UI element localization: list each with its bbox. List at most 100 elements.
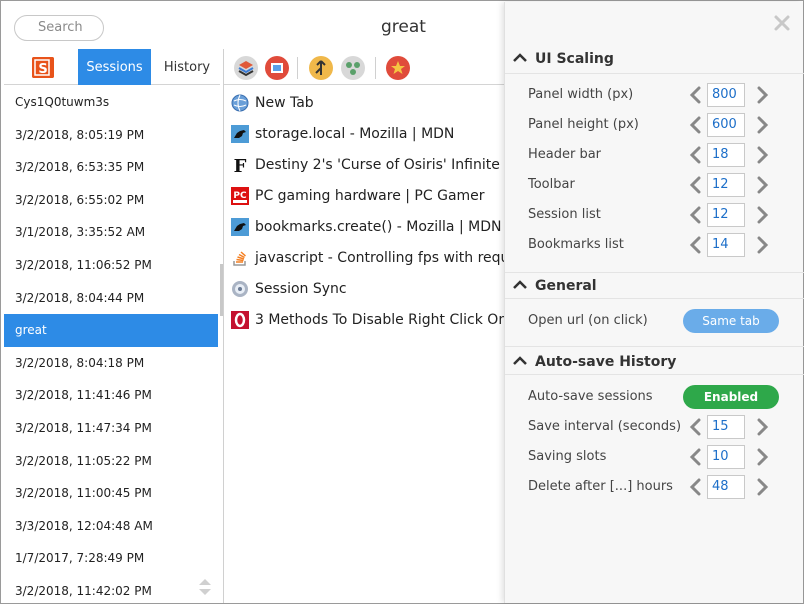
- chevron-right-icon[interactable]: [756, 116, 770, 134]
- chevron-left-icon[interactable]: [688, 448, 702, 466]
- session-item[interactable]: 3/2/2018, 11:06:52 PM: [4, 249, 220, 282]
- tab-title: Destiny 2's 'Curse of Osiris' Infinite F…: [255, 156, 504, 173]
- session-item[interactable]: 3/2/2018, 11:42:02 PM: [4, 575, 220, 604]
- tab-history[interactable]: History: [154, 49, 220, 85]
- chevron-right-icon[interactable]: [756, 478, 770, 496]
- search-input[interactable]: Search: [14, 15, 104, 41]
- open-url-toggle[interactable]: Same tab: [683, 309, 779, 333]
- stepper-value[interactable]: 48: [707, 475, 745, 499]
- chevron-up-icon: [513, 353, 527, 365]
- tab-item[interactable]: F Destiny 2's 'Curse of Osiris' Infinite …: [224, 149, 504, 180]
- stepper: 10: [688, 442, 798, 472]
- shuffle-icon[interactable]: [341, 56, 365, 80]
- svg-text:S: S: [38, 62, 47, 77]
- tab-title: Session Sync: [255, 280, 347, 297]
- star-icon[interactable]: [386, 56, 410, 80]
- opera-o-icon: [231, 310, 249, 329]
- stepper: 15: [688, 412, 798, 442]
- chevron-right-icon[interactable]: [756, 236, 770, 254]
- merge-icon[interactable]: [309, 56, 333, 80]
- section-divider: [505, 374, 804, 375]
- chevron-left-icon[interactable]: [688, 176, 702, 194]
- chevron-left-icon[interactable]: [688, 86, 702, 104]
- autosave-sessions-row: Auto-save sessions Enabled: [528, 382, 798, 412]
- tab-item[interactable]: New Tab: [224, 87, 504, 118]
- section-title: General: [535, 278, 597, 294]
- tab-item[interactable]: javascript - Controlling fps with reques…: [224, 242, 504, 273]
- chevron-left-icon[interactable]: [688, 206, 702, 224]
- session-item[interactable]: Cys1Q0tuwm3s: [4, 86, 220, 119]
- stepper: 18: [688, 140, 798, 170]
- open-url-row: Open url (on click) Same tab: [528, 306, 798, 336]
- session-item[interactable]: 3/2/2018, 8:05:19 PM: [4, 119, 220, 152]
- tab-item[interactable]: storage.local - Mozilla | MDN: [224, 118, 504, 149]
- pcgamer-icon: PC: [231, 186, 249, 205]
- chevron-right-icon[interactable]: [756, 146, 770, 164]
- chevron-left-icon[interactable]: [688, 236, 702, 254]
- session-item[interactable]: 3/2/2018, 6:55:02 PM: [4, 184, 220, 217]
- chevron-right-icon[interactable]: [756, 86, 770, 104]
- globe-icon: [231, 94, 249, 112]
- tab-title: storage.local - Mozilla | MDN: [255, 125, 455, 142]
- session-item[interactable]: 3/3/2018, 12:04:48 AM: [4, 510, 220, 543]
- tab-item[interactable]: bookmarks.create() - Mozilla | MDN: [224, 211, 504, 242]
- stepper-value[interactable]: 18: [707, 143, 745, 167]
- sort-arrows-icon[interactable]: [198, 578, 212, 596]
- section-title: UI Scaling: [535, 51, 614, 67]
- session-item[interactable]: 3/2/2018, 11:05:22 PM: [4, 445, 220, 478]
- section-autosave[interactable]: Auto-save History: [513, 353, 676, 370]
- section-ui-scaling[interactable]: UI Scaling: [513, 50, 614, 67]
- session-item[interactable]: 3/2/2018, 8:04:18 PM: [4, 347, 220, 380]
- tab-title: javascript - Controlling fps with reques…: [255, 249, 504, 266]
- layers-icon[interactable]: [234, 56, 258, 80]
- tab-item[interactable]: 3 Methods To Disable Right Click On A We…: [224, 304, 504, 335]
- stepper-value[interactable]: 15: [707, 415, 745, 439]
- mdn-dino-icon: [231, 124, 249, 143]
- session-item[interactable]: 3/2/2018, 11:00:45 PM: [4, 477, 220, 510]
- autosave-row: Saving slots 10: [528, 442, 798, 472]
- toolbar: [224, 49, 504, 85]
- window-icon[interactable]: [265, 56, 289, 80]
- section-general[interactable]: General: [513, 277, 597, 294]
- chevron-right-icon[interactable]: [756, 206, 770, 224]
- tab-item[interactable]: PC PC gaming hardware | PC Gamer: [224, 180, 504, 211]
- chevron-left-icon[interactable]: [688, 418, 702, 436]
- setting-label: Save interval (seconds): [528, 419, 682, 434]
- session-item[interactable]: 1/7/2017, 7:28:49 PM: [4, 542, 220, 575]
- toolbar-separator: [297, 57, 298, 79]
- session-item[interactable]: 3/2/2018, 11:47:34 PM: [4, 412, 220, 445]
- ui-scaling-row: Panel height (px) 600: [528, 110, 798, 140]
- stepper-value[interactable]: 600: [707, 113, 745, 137]
- mdn-dino-icon: [231, 217, 249, 236]
- session-item[interactable]: 3/2/2018, 6:53:35 PM: [4, 151, 220, 184]
- stepper: 12: [688, 170, 798, 200]
- setting-label: Bookmarks list: [528, 237, 624, 252]
- ui-scaling-row: Header bar 18: [528, 140, 798, 170]
- tab-sessions[interactable]: Sessions: [78, 49, 151, 85]
- session-item[interactable]: 3/2/2018, 8:04:44 PM: [4, 282, 220, 315]
- session-item[interactable]: 3/1/2018, 3:35:52 AM: [4, 216, 220, 249]
- chevron-up-icon: [513, 277, 527, 289]
- chevron-right-icon[interactable]: [756, 448, 770, 466]
- tab-item[interactable]: Session Sync: [224, 273, 504, 304]
- ui-scaling-row: Bookmarks list 14: [528, 230, 798, 260]
- stepper-value[interactable]: 14: [707, 233, 745, 257]
- chevron-left-icon[interactable]: [688, 116, 702, 134]
- sessions-sidebar: S Sessions History Cys1Q0tuwm3s 3/2/2018,…: [4, 49, 223, 604]
- stepper-value[interactable]: 800: [707, 83, 745, 107]
- tab-title: bookmarks.create() - Mozilla | MDN: [255, 218, 502, 235]
- chevron-left-icon[interactable]: [688, 478, 702, 496]
- tab-title: New Tab: [255, 94, 314, 111]
- chevron-right-icon[interactable]: [756, 176, 770, 194]
- chevron-right-icon[interactable]: [756, 418, 770, 436]
- stepper-value[interactable]: 12: [707, 173, 745, 197]
- stepper-value[interactable]: 10: [707, 445, 745, 469]
- app-logo-icon: S: [32, 57, 54, 78]
- chevron-left-icon[interactable]: [688, 146, 702, 164]
- section-title: Auto-save History: [535, 354, 677, 370]
- autosave-toggle[interactable]: Enabled: [683, 385, 779, 409]
- stepper-value[interactable]: 12: [707, 203, 745, 227]
- session-item[interactable]: 3/2/2018, 11:41:46 PM: [4, 379, 220, 412]
- close-icon[interactable]: [773, 14, 791, 32]
- session-item[interactable]: great: [4, 314, 218, 347]
